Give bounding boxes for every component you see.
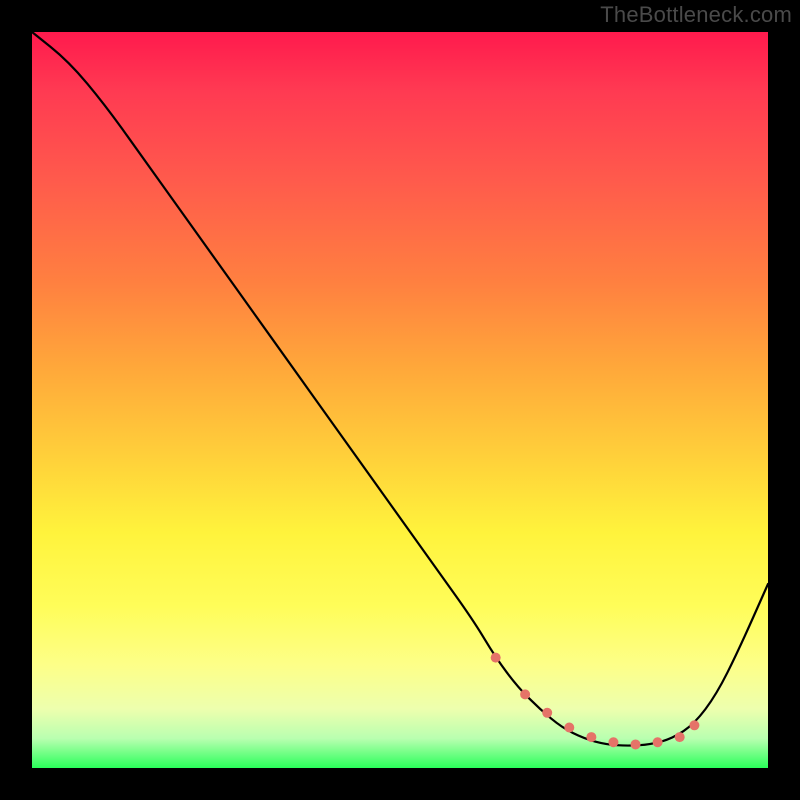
highlight-dot: [542, 708, 552, 718]
bottleneck-curve: [32, 32, 768, 768]
highlight-dot: [586, 732, 596, 742]
highlight-dot: [689, 720, 699, 730]
highlight-dot: [491, 653, 501, 663]
highlight-dot: [564, 723, 574, 733]
watermark-text: TheBottleneck.com: [600, 2, 792, 28]
curve-path: [32, 32, 768, 746]
highlight-dot: [675, 732, 685, 742]
highlight-dot: [520, 689, 530, 699]
plot-area: [32, 32, 768, 768]
highlight-dot: [631, 739, 641, 749]
highlight-dots: [491, 653, 700, 750]
chart-frame: TheBottleneck.com: [0, 0, 800, 800]
highlight-dot: [653, 737, 663, 747]
highlight-dot: [608, 737, 618, 747]
